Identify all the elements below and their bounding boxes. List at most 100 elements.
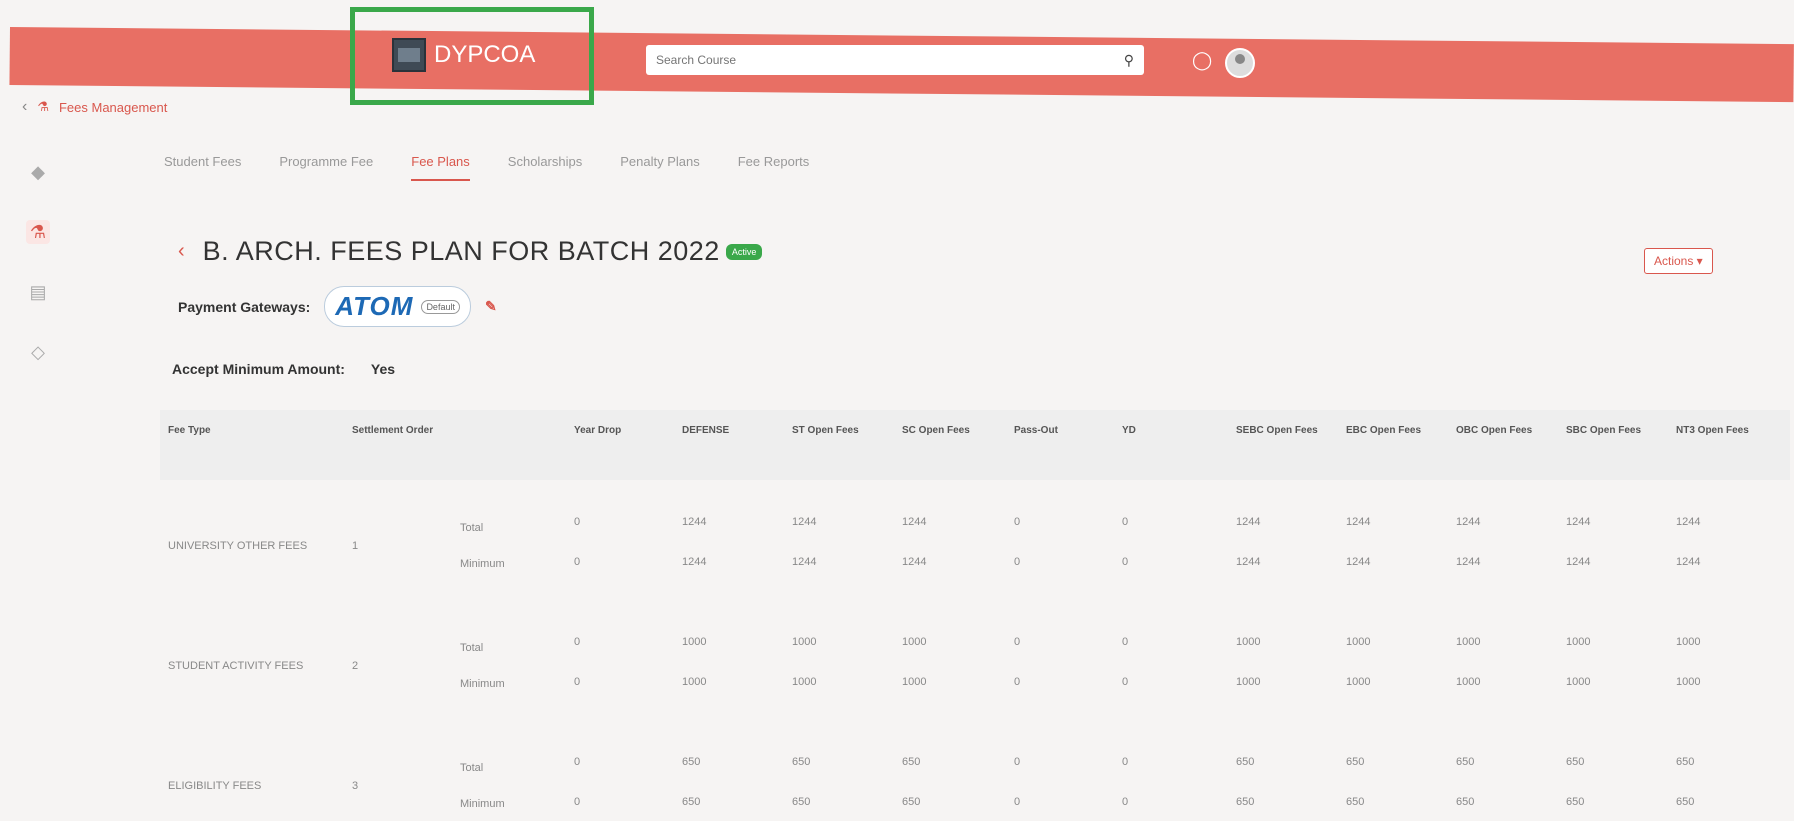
minimum-value: 650 — [1346, 796, 1365, 808]
minimum-value: 1000 — [1566, 676, 1591, 688]
tab-bar: Student Fees Programme Fee Fee Plans Sch… — [164, 154, 809, 181]
gateway-chip[interactable]: ATOM Default — [324, 286, 471, 327]
payment-gateways-label: Payment Gateways: — [178, 298, 311, 315]
edit-pencil-icon[interactable]: ✎ — [485, 298, 497, 315]
total-value: 1244 — [1346, 516, 1371, 528]
column-header: SBC Open Fees — [1566, 425, 1642, 436]
minimum-value: 0 — [1122, 796, 1129, 808]
column-header: EBC Open Fees — [1346, 425, 1422, 436]
minimum-value: 650 — [902, 796, 921, 808]
minimum-value: 1244 — [1346, 556, 1371, 568]
settlement-order: 1 — [352, 540, 359, 552]
sidebar-item-fees-icon[interactable]: ⚗ — [26, 220, 50, 244]
column-header: Pass-Out — [1014, 425, 1058, 436]
minimum-value: 650 — [792, 796, 811, 808]
accept-minimum-amount: Accept Minimum Amount: Yes — [172, 361, 395, 377]
column-header: Fee Type — [168, 425, 211, 436]
sidebar-item-tag-icon[interactable]: ◆ — [26, 160, 50, 184]
column-header: YD — [1122, 425, 1136, 436]
tab-penalty-plans[interactable]: Penalty Plans — [620, 154, 700, 181]
total-value: 0 — [1122, 756, 1129, 768]
breadcrumb-label[interactable]: Fees Management — [59, 100, 167, 115]
total-value: 0 — [574, 516, 581, 528]
fees-icon: ⚗ — [37, 99, 49, 114]
actions-button[interactable]: Actions ▾ — [1644, 248, 1713, 274]
total-label: Total — [460, 522, 484, 534]
total-value: 650 — [682, 756, 701, 768]
total-value: 0 — [1014, 516, 1021, 528]
column-header: NT3 Open Fees — [1676, 425, 1749, 436]
brand-name: DYPCOA — [434, 41, 536, 68]
tab-fee-reports[interactable]: Fee Reports — [738, 154, 810, 181]
search-input[interactable] — [656, 53, 1124, 67]
total-value: 650 — [1456, 756, 1475, 768]
minimum-value: 1244 — [1676, 556, 1701, 568]
total-value: 0 — [1122, 516, 1129, 528]
column-header: SEBC Open Fees — [1236, 425, 1318, 436]
accept-min-label: Accept Minimum Amount: — [172, 361, 345, 377]
total-value: 1000 — [1236, 636, 1261, 648]
total-value: 0 — [1014, 636, 1021, 648]
total-value: 0 — [574, 636, 581, 648]
minimum-value: 1244 — [1566, 556, 1591, 568]
page-title: B. ARCH. FEES PLAN FOR BATCH 2022 — [202, 236, 720, 266]
avatar-icon[interactable] — [1225, 48, 1255, 78]
total-value: 1000 — [1676, 636, 1701, 648]
minimum-value: 0 — [1122, 676, 1129, 688]
tab-scholarships[interactable]: Scholarships — [508, 154, 582, 181]
total-value: 650 — [1676, 756, 1695, 768]
minimum-value: 650 — [1676, 796, 1695, 808]
minimum-value: 650 — [1236, 796, 1255, 808]
total-value: 1000 — [1566, 636, 1591, 648]
minimum-value: 1000 — [1456, 676, 1481, 688]
minimum-value: 0 — [1014, 676, 1021, 688]
search-icon[interactable]: ⚲ — [1124, 52, 1134, 69]
sidebar-item-discount-icon[interactable]: ◇ — [26, 340, 50, 364]
back-arrow-icon[interactable]: ‹ — [22, 98, 27, 116]
tab-fee-plans[interactable]: Fee Plans — [411, 154, 470, 181]
total-value: 650 — [792, 756, 811, 768]
column-header: OBC Open Fees — [1456, 425, 1533, 436]
minimum-value: 650 — [1566, 796, 1585, 808]
tab-programme-fee[interactable]: Programme Fee — [279, 154, 373, 181]
back-chevron-icon[interactable]: ‹ — [178, 240, 185, 263]
total-value: 0 — [574, 756, 581, 768]
minimum-value: 0 — [1122, 556, 1129, 568]
fee-type: ELIGIBILITY FEES — [168, 780, 262, 792]
status-badge: Active — [725, 243, 763, 260]
search-bar[interactable]: ⚲ — [646, 45, 1144, 75]
minimum-value: 0 — [574, 796, 581, 808]
total-label: Total — [460, 642, 484, 654]
minimum-value: 1000 — [1236, 676, 1261, 688]
brand-logo[interactable]: DYPCOA — [392, 38, 535, 72]
minimum-value: 1000 — [902, 676, 927, 688]
total-value: 1244 — [1566, 516, 1591, 528]
accept-min-value: Yes — [370, 361, 396, 377]
total-value: 650 — [1566, 756, 1585, 768]
fees-table: Fee Type Settlement Order Year Drop DEFENSE… — [160, 410, 1790, 810]
gateway-default-badge: Default — [421, 299, 460, 314]
minimum-value: 1244 — [1236, 556, 1261, 568]
minimum-label: Minimum — [460, 558, 505, 570]
total-value: 650 — [902, 756, 921, 768]
total-value: 1244 — [1236, 516, 1261, 528]
minimum-value: 650 — [1456, 796, 1475, 808]
sidebar: ◆ ⚗ ▤ ◇ — [26, 160, 50, 364]
total-value: 1000 — [1456, 636, 1481, 648]
bell-icon[interactable]: ◯ — [1192, 50, 1212, 71]
total-value: 650 — [1346, 756, 1365, 768]
minimum-value: 1244 — [902, 556, 927, 568]
total-value: 1244 — [1456, 516, 1481, 528]
tab-student-fees[interactable]: Student Fees — [164, 154, 241, 181]
minimum-value: 0 — [1014, 556, 1021, 568]
page-title-row: ‹ B. ARCH. FEES PLAN FOR BATCH 2022 Acti… — [178, 236, 763, 267]
column-header: Settlement Order — [352, 425, 434, 436]
sidebar-item-reports-icon[interactable]: ▤ — [26, 280, 50, 304]
minimum-value: 1244 — [682, 556, 707, 568]
total-value: 1000 — [1346, 636, 1371, 648]
total-value: 1000 — [902, 636, 927, 648]
minimum-value: 1244 — [792, 556, 817, 568]
minimum-value: 1000 — [682, 676, 707, 688]
total-value: 1244 — [792, 516, 817, 528]
minimum-label: Minimum — [460, 678, 505, 690]
